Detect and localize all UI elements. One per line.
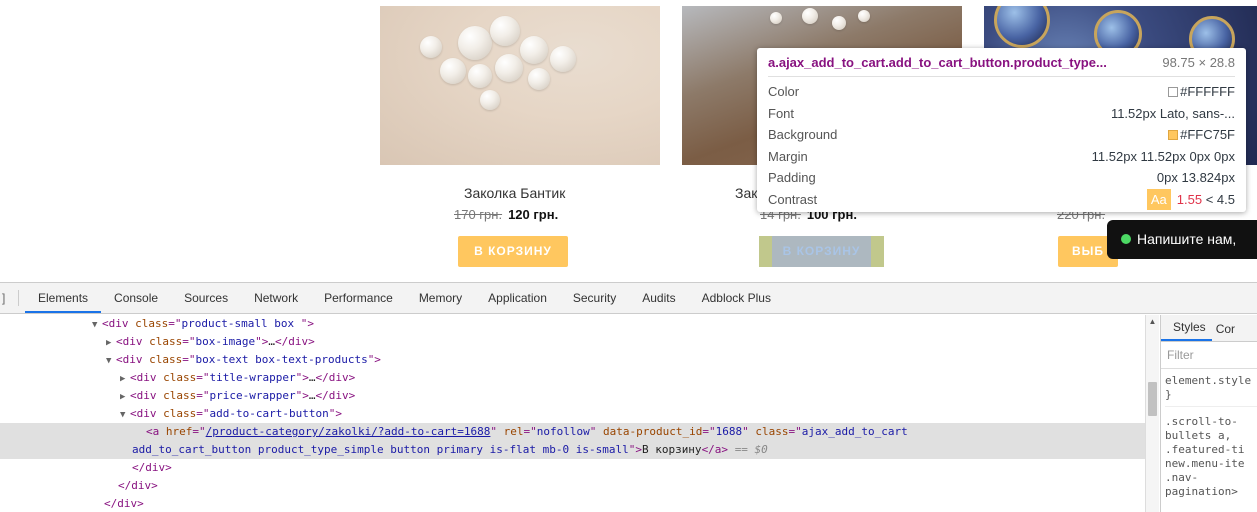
expanded-triangle-icon[interactable]: ▼	[92, 316, 102, 334]
tab-styles[interactable]: Styles	[1161, 320, 1212, 341]
dom-node[interactable]: ▼ <div class="add-to-cart-button">	[0, 405, 1145, 423]
attr-value: nofollow	[536, 425, 590, 438]
dom-closing-tag: </div>	[104, 497, 144, 510]
node-text: В корзину	[641, 443, 702, 456]
product-image-bow-clip[interactable]	[380, 6, 660, 165]
dom-closing-tag: </div>	[118, 479, 158, 492]
href-link[interactable]: /product-category/zakolki/?add-to-cart=1…	[206, 425, 491, 438]
devtools-tab-bar: ] Elements Console Sources Network Perfo…	[0, 282, 1257, 314]
style-rule-line: .featured-ti	[1165, 443, 1245, 456]
tooltip-key: Background	[768, 127, 838, 142]
tooltip-key: Padding	[768, 170, 816, 185]
tooltip-key: Contrast	[768, 191, 818, 207]
online-status-icon	[1121, 234, 1131, 244]
tooltip-selector: a.ajax_add_to_cart.add_to_cart_button.pr…	[768, 55, 1107, 70]
old-price: 170 грн.	[454, 207, 503, 222]
highlight-padding-overlay	[759, 236, 772, 267]
tab-application[interactable]: Application	[475, 283, 560, 313]
styles-filter-input[interactable]: Filter	[1161, 342, 1257, 369]
tooltip-value: #FFFFFF	[1180, 84, 1235, 99]
tooltip-row-margin: Margin 11.52px 11.52px 0px 0px	[768, 146, 1235, 168]
tooltip-key: Font	[768, 105, 795, 121]
dom-node[interactable]: ▼ <div class="box-text box-text-products"…	[0, 351, 1145, 369]
style-rule-line: element.style {	[1165, 374, 1257, 387]
style-rule-line: pagination>	[1165, 485, 1238, 498]
tab-network[interactable]: Network	[241, 283, 311, 313]
tab-memory[interactable]: Memory	[406, 283, 475, 313]
dom-closing-tag: </div>	[132, 461, 172, 474]
dock-toggle-icon[interactable]: ]	[0, 291, 12, 305]
highlight-padding-overlay	[871, 236, 884, 267]
product-title[interactable]: Заколка Бантик	[464, 185, 565, 201]
new-price: 120 грн.	[508, 207, 559, 222]
collapsed-triangle-icon[interactable]: ▶	[106, 334, 116, 352]
attr-value: product-small box	[181, 317, 301, 330]
style-rule-line: }	[1165, 388, 1172, 401]
tab-console[interactable]: Console	[101, 283, 171, 313]
tab-computed[interactable]: Cor	[1212, 322, 1241, 341]
tooltip-row-font: Font 11.52px Lato, sans-...	[768, 103, 1235, 125]
tab-security[interactable]: Security	[560, 283, 629, 313]
attr-value: ajax_add_to_cart	[801, 425, 908, 438]
tab-adblock-plus[interactable]: Adblock Plus	[689, 283, 784, 313]
attr-value: box-image	[195, 335, 256, 348]
attr-value: 1688	[715, 425, 743, 438]
selected-marker: == $0	[734, 443, 768, 456]
add-to-cart-button[interactable]: В КОРЗИНУ	[772, 236, 871, 267]
tooltip-row-background: Background #FFC75F	[768, 124, 1235, 146]
tooltip-key: Margin	[768, 148, 808, 164]
tab-elements[interactable]: Elements	[25, 283, 102, 313]
tooltip-row-contrast: Contrast Aa 1.55 < 4.5	[768, 188, 1235, 210]
contrast-ratio: 1.55	[1176, 191, 1203, 207]
attr-value: add-to-cart-button	[209, 407, 329, 420]
dom-node[interactable]: ▶ <div class="box-image">…</div>	[0, 333, 1145, 351]
tooltip-dimensions: 98.75 × 28.8	[1162, 55, 1235, 70]
tab-sources[interactable]: Sources	[171, 283, 241, 313]
tab-performance[interactable]: Performance	[311, 283, 406, 313]
add-to-cart-button[interactable]: В КОРЗИНУ	[458, 236, 568, 267]
inspector-tooltip: a.ajax_add_to_cart.add_to_cart_button.pr…	[757, 48, 1246, 212]
style-rule-line: .nav-	[1165, 471, 1199, 484]
color-swatch-icon	[1168, 87, 1179, 97]
expanded-triangle-icon[interactable]: ▼	[120, 406, 130, 424]
page-viewport: Заколка Бантик 170 грн. 120 грн. В КОРЗИН…	[0, 0, 1257, 281]
collapsed-triangle-icon[interactable]: ▶	[120, 388, 130, 406]
product-price: 170 грн. 120 грн.	[454, 207, 558, 222]
attr-value: add_to_cart_button product_type_simple b…	[132, 443, 629, 456]
dom-node[interactable]: ▶ <div class="title-wrapper">…</div>	[0, 369, 1145, 387]
expanded-triangle-icon[interactable]: ▼	[106, 352, 116, 370]
styles-rules: element.style { } .scroll-to- bullets a,…	[1161, 369, 1257, 499]
contrast-badge: Aa	[1146, 188, 1171, 210]
styles-pane: Styles Cor Filter element.style { } .scr…	[1160, 315, 1257, 512]
scroll-up-icon[interactable]: ▲	[1146, 315, 1159, 329]
attr-value: title-wrapper	[209, 371, 296, 384]
tooltip-row-padding: Padding 0px 13.824px	[768, 167, 1235, 189]
divider	[18, 290, 19, 306]
collapsed-triangle-icon[interactable]: ▶	[120, 370, 130, 388]
scroll-thumb[interactable]	[1148, 382, 1157, 416]
attr-value: box-text box-text-products	[195, 353, 368, 366]
chat-label: Напишите нам,	[1137, 231, 1237, 247]
dom-node[interactable]: ▶ <div class="price-wrapper">…</div>	[0, 387, 1145, 405]
color-swatch-icon	[1168, 130, 1179, 140]
tooltip-value: 11.52px 11.52px 0px 0px	[1091, 148, 1235, 164]
tooltip-value: 11.52px Lato, sans-...	[1110, 105, 1235, 121]
dom-node[interactable]: ▼ <div class="product-small box ">	[0, 315, 1145, 333]
tab-audits[interactable]: Audits	[629, 283, 688, 313]
tooltip-value: 0px 13.824px	[1156, 170, 1235, 185]
chat-widget-button[interactable]: Напишите нам,	[1107, 220, 1257, 259]
style-rule-line: .scroll-to-	[1165, 415, 1238, 428]
style-rule-line: new.menu-ite	[1165, 457, 1245, 470]
dom-node-selected[interactable]: <a href="/product-category/zakolki/?add-…	[0, 423, 1145, 459]
tooltip-key: Color	[768, 84, 800, 99]
tooltip-row-color: Color #FFFFFF	[768, 81, 1235, 103]
elements-dom-tree[interactable]: ▼ <div class="product-small box "> ▶ <div …	[0, 315, 1145, 512]
tooltip-value: #FFC75F	[1180, 127, 1235, 142]
product-title[interactable]: Зак	[735, 185, 757, 201]
elements-scrollbar[interactable]: ▲	[1145, 315, 1159, 512]
styles-tab-bar: Styles Cor	[1161, 315, 1257, 342]
attr-value: price-wrapper	[209, 389, 296, 402]
style-rule-line: bullets a,	[1165, 429, 1232, 442]
contrast-threshold: < 4.5	[1205, 191, 1235, 207]
